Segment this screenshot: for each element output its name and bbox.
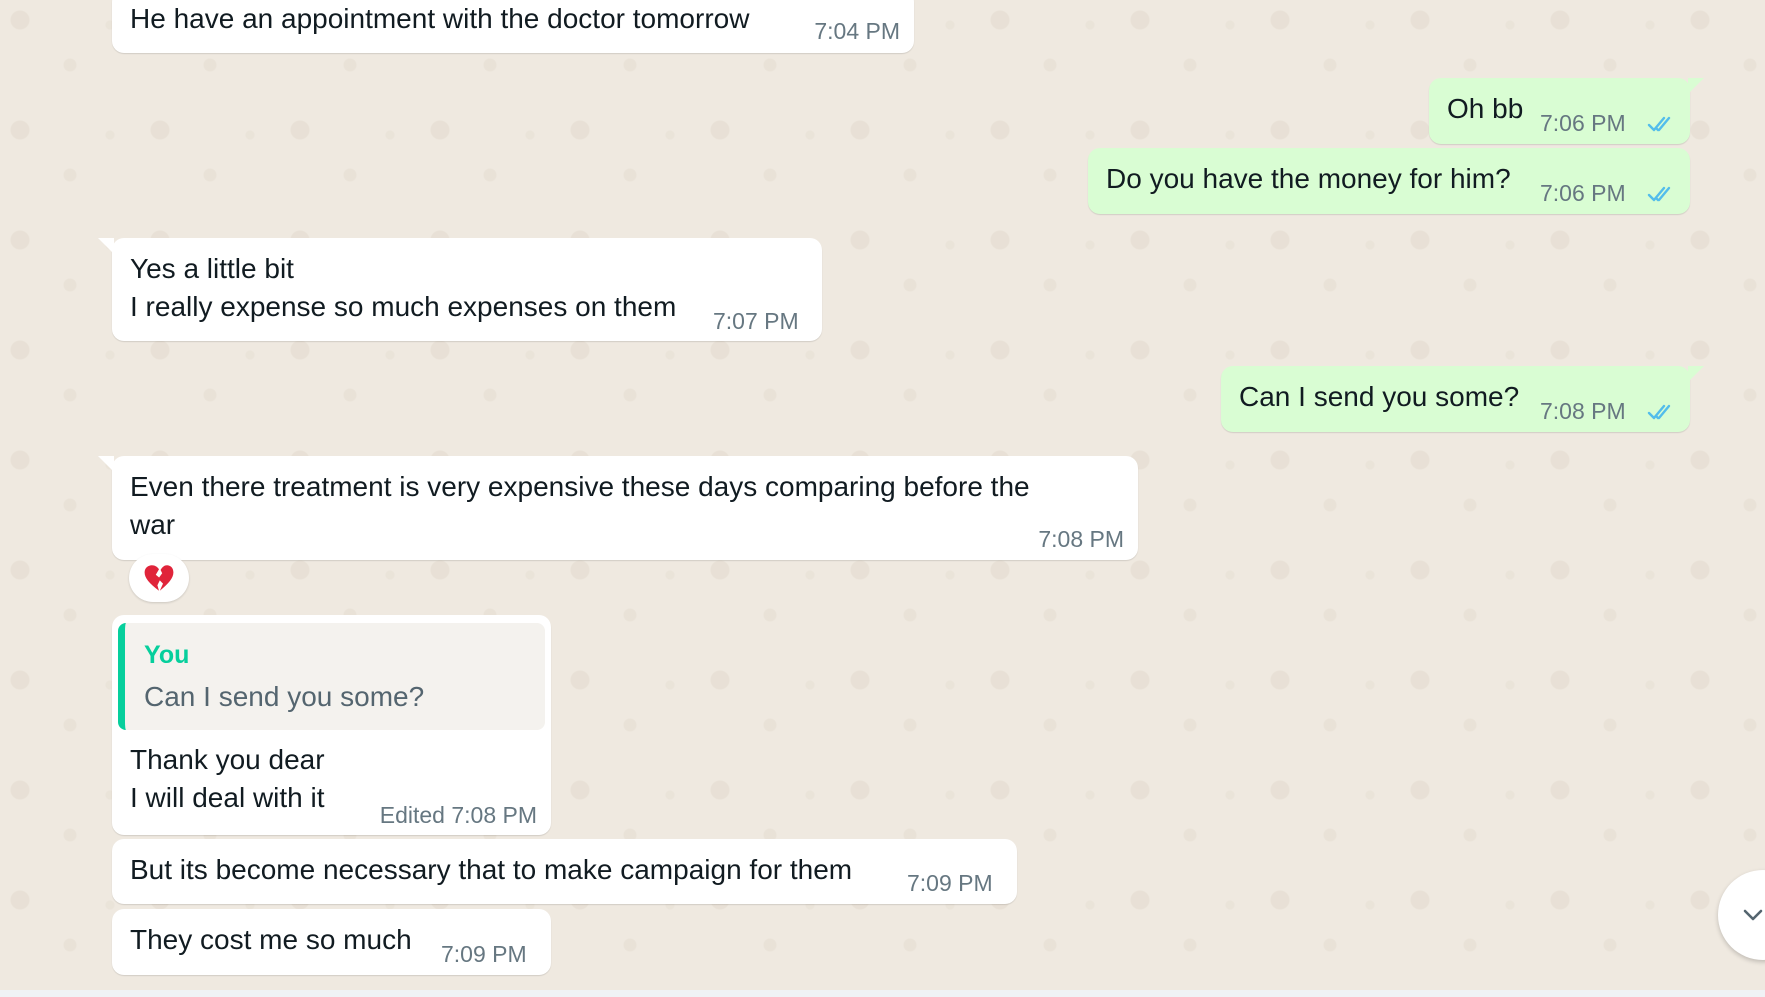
- message-text: Oh bb: [1447, 93, 1524, 124]
- message-timestamp: 7:09 PM: [441, 941, 527, 967]
- double-check-icon: [1647, 186, 1671, 202]
- message-bubble-incoming[interactable]: Even there treatment is very expensive t…: [98, 456, 1138, 560]
- message-bubble-incoming[interactable]: They cost me so much 7:09 PM: [112, 909, 551, 975]
- message-timestamp: Edited 7:08 PM: [379, 802, 537, 828]
- message-bubble-outgoing[interactable]: Oh bb 7:06 PM: [1429, 78, 1704, 144]
- message-text: They cost me so much: [130, 924, 412, 955]
- message-timestamp: 7:09 PM: [907, 870, 993, 896]
- composer-edge: [0, 990, 1765, 997]
- message-bubble-outgoing[interactable]: Can I send you some? 7:08 PM: [1221, 366, 1704, 432]
- message-bubble-incoming[interactable]: But its become necessary that to make ca…: [112, 839, 1017, 904]
- message-text: Can I send you some?: [1239, 381, 1520, 412]
- message-text: I will deal with it: [130, 782, 325, 813]
- message-bubble-outgoing[interactable]: Do you have the money for him? 7:06 PM: [1088, 148, 1690, 214]
- message-text: Even there treatment is very expensive t…: [130, 471, 1030, 502]
- message-timestamp: 7:08 PM: [1038, 526, 1124, 552]
- message-timestamp: 7:07 PM: [713, 308, 799, 334]
- quoted-message[interactable]: You Can I send you some?: [118, 623, 545, 730]
- message-timestamp: 7:04 PM: [814, 18, 900, 44]
- message-text: war: [130, 509, 176, 540]
- reaction-badge[interactable]: [129, 554, 189, 602]
- message-timestamp: 7:06 PM: [1540, 180, 1626, 206]
- message-text: But its become necessary that to make ca…: [130, 854, 853, 885]
- double-check-icon: [1647, 404, 1671, 420]
- double-check-icon: [1647, 116, 1671, 132]
- quoted-author: You: [144, 641, 190, 669]
- message-text: Yes a little bit: [130, 253, 294, 284]
- chevron-down-icon: [1743, 909, 1763, 921]
- message-text: I really expense so much expenses on the…: [130, 291, 677, 322]
- scroll-to-bottom-button[interactable]: [1718, 870, 1765, 960]
- message-bubble-incoming[interactable]: You Can I send you some? Thank you dear …: [112, 615, 551, 835]
- message-text: He have an appointment with the doctor t…: [130, 3, 750, 34]
- quoted-text: Can I send you some?: [144, 681, 425, 712]
- message-text: Do you have the money for him?: [1106, 163, 1511, 194]
- message-text: Thank you dear: [130, 744, 325, 775]
- message-bubble-incoming[interactable]: He have an appointment with the doctor t…: [112, 0, 914, 53]
- message-timestamp: 7:06 PM: [1540, 110, 1626, 136]
- broken-heart-icon: [144, 565, 174, 591]
- message-bubble-incoming[interactable]: Yes a little bit I really expense so muc…: [98, 238, 822, 341]
- chat-message-area: He have an appointment with the doctor t…: [0, 0, 1765, 997]
- message-timestamp: 7:08 PM: [1540, 398, 1626, 424]
